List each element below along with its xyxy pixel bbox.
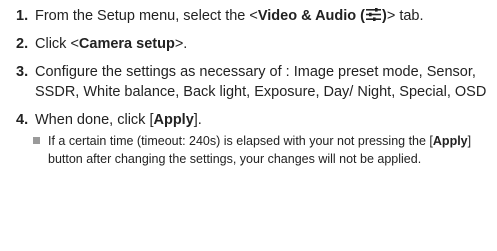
- step-number: 3.: [16, 64, 29, 80]
- tab-name: Video & Audio (: [257, 8, 365, 24]
- step-2: 2. Click <Camera setup>.: [16, 34, 487, 54]
- square-bullet-icon: [33, 137, 40, 144]
- instruction-page: 1. From the Setup menu, select the <Vide…: [0, 0, 497, 251]
- settings-sliders-icon: [366, 7, 381, 21]
- step-3: 3. Configure the settings as necessary o…: [16, 62, 487, 102]
- note: If a certain time (timeout: 240s) is ela…: [33, 132, 487, 168]
- note-text: If a certain time (timeout: 240s) is ela…: [48, 134, 472, 166]
- step-text: From the Setup menu, select the <Video &…: [35, 7, 424, 24]
- step-number: 2.: [16, 36, 29, 52]
- apply-label: Apply: [432, 134, 468, 148]
- apply-label: Apply: [153, 112, 194, 128]
- step-4: 4. When done, click [Apply]. If a certai…: [16, 110, 487, 168]
- step-1: 1. From the Setup menu, select the <Vide…: [16, 6, 487, 26]
- steps-list: 1. From the Setup menu, select the <Vide…: [16, 6, 487, 168]
- step-number: 1.: [16, 8, 29, 24]
- step-text: Click <Camera setup>.: [35, 36, 188, 52]
- menu-name: Camera setup: [78, 36, 175, 52]
- step-number: 4.: [16, 112, 29, 128]
- step-text: Configure the settings as necessary of :…: [35, 64, 487, 100]
- step-text: When done, click [Apply]. If a certain t…: [33, 110, 487, 168]
